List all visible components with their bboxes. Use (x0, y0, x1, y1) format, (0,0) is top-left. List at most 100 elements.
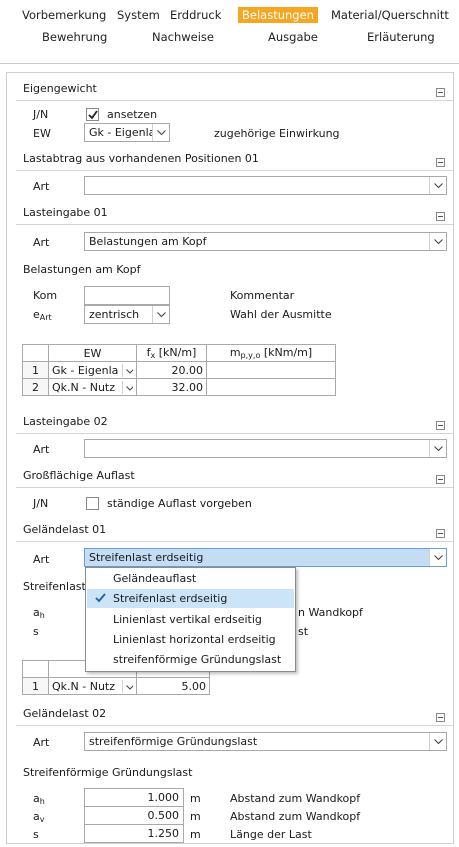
unit-label: m (190, 792, 201, 805)
section-eigengewicht-header: Eigengewicht (7, 79, 453, 101)
av-label: av (33, 810, 45, 824)
chevron-down-icon[interactable] (152, 124, 169, 141)
col-header-ew: EW (48, 344, 137, 362)
section-title: Großflächige Auflast (23, 469, 135, 482)
row-index: 1 (22, 361, 49, 379)
dropdown-option[interactable]: streifenförmige Gründungslast (87, 650, 294, 669)
table-row: 1 Gk - Eigenla 20.00 (22, 361, 336, 379)
section-gelaendelast01-header: Geländelast 01 (7, 520, 453, 542)
collapse-icon[interactable] (436, 212, 445, 221)
section-title: Lasteingabe 01 (23, 206, 108, 219)
kom-label: Kom (33, 289, 58, 302)
collapse-icon[interactable] (436, 158, 445, 167)
art-label: Art (33, 236, 50, 249)
ah-input[interactable]: 1.000 (84, 788, 184, 807)
select-value: Streifenlast erdseitig (89, 551, 204, 564)
av-input[interactable]: 0.500 (84, 806, 184, 825)
tab-ausgabe[interactable]: Ausgabe (268, 30, 318, 44)
auflast-label: ständige Auflast vorgeben (107, 497, 252, 510)
col-header-fx: fx [kN/m] (136, 344, 207, 362)
tab-vorbemerkung[interactable]: Vorbemerkung (22, 8, 106, 22)
eart-comment: Wahl der Ausmitte (230, 308, 332, 321)
chevron-down-icon[interactable] (429, 733, 446, 750)
ansetzen-label: ansetzen (107, 108, 158, 121)
value-cell[interactable]: 5.00 (136, 677, 210, 695)
dropdown-option[interactable]: Linienlast vertikal erdseitig (87, 610, 294, 629)
tab-nachweise[interactable]: Nachweise (152, 30, 214, 44)
ansetzen-checkbox[interactable] (86, 108, 99, 121)
eart-select[interactable]: zentrisch (84, 305, 170, 324)
table-row: 2 Qk.N - Nutz 32.00 (22, 378, 336, 396)
select-value: zentrisch (89, 308, 140, 321)
row-index: 1 (22, 677, 49, 695)
table-row: 1 Qk.N - Nutz 5.00 (22, 677, 210, 695)
s-comment: Länge der Last (230, 828, 312, 841)
tab-belastungen[interactable]: Belastungen (238, 7, 318, 23)
dropdown-option[interactable]: Linienlast horizontal erdseitig (87, 630, 294, 649)
av-comment: Abstand zum Wandkopf (230, 810, 361, 823)
section-lasteingabe01-header: Lasteingabe 01 (7, 203, 453, 225)
section-lasteingabe02-header: Lasteingabe 02 (7, 412, 453, 434)
m-cell[interactable] (206, 361, 336, 379)
kom-comment: Kommentar (230, 289, 295, 302)
art-dropdown-list: Geländeauflast Streifenlast erdseitig Li… (85, 567, 296, 672)
unit-label: m (190, 828, 201, 841)
s-label: s (33, 625, 39, 638)
tab-erddruck[interactable]: Erddruck (170, 8, 221, 22)
art-label: Art (33, 443, 50, 456)
section-title: Eigengewicht (23, 82, 97, 95)
eart-label: eArt (33, 308, 52, 322)
chevron-down-icon[interactable] (429, 440, 446, 457)
section-grossflaechig-header: Großflächige Auflast (7, 466, 453, 488)
col-header-m: mp,y,o [kNm/m] (206, 344, 336, 362)
collapse-icon[interactable] (436, 529, 445, 538)
section-title: Lastabtrag aus vorhandenen Positionen 01 (23, 152, 259, 165)
chevron-down-icon[interactable] (429, 177, 446, 194)
tab-material-querschnitt[interactable]: Material/Querschnitt (331, 8, 449, 22)
section-title: Geländelast 01 (23, 523, 107, 536)
s-input[interactable]: 1.250 (84, 824, 184, 843)
chevron-down-icon[interactable] (152, 306, 169, 323)
collapse-icon[interactable] (436, 475, 445, 484)
jn-label: J/N (33, 108, 49, 121)
ew-select[interactable]: Gk - Eigenla (84, 123, 170, 142)
lasteingabe01-art-select[interactable]: Belastungen am Kopf (84, 232, 447, 251)
dropdown-option-selected[interactable]: Streifenlast erdseitig (87, 589, 294, 608)
collapse-icon[interactable] (436, 88, 445, 97)
subsection-title: Belastungen am Kopf (23, 263, 141, 276)
ew-cell[interactable]: Gk - Eigenla (48, 361, 137, 379)
section-gelaendelast02-header: Geländelast 02 (7, 704, 453, 726)
gelaendelast02-art-select[interactable]: streifenförmige Gründungslast (84, 732, 447, 751)
gelaendelast01-art-select[interactable]: Streifenlast erdseitig (84, 548, 447, 567)
art-label: Art (33, 736, 50, 749)
checkmark-icon (88, 110, 98, 120)
section-title: Geländelast 02 (23, 707, 107, 720)
select-value: Belastungen am Kopf (89, 235, 207, 248)
subsection-title: Streifenförmige Gründungslast (23, 766, 193, 779)
lasteingabe01-table: EW fx [kN/m] mp,y,o [kNm/m] 1 Gk - Eigen… (22, 344, 336, 396)
tab-bewehrung[interactable]: Bewehrung (42, 30, 107, 44)
chevron-down-icon[interactable] (429, 549, 446, 566)
select-value: streifenförmige Gründungslast (89, 735, 258, 748)
fx-cell[interactable]: 32.00 (136, 378, 207, 396)
kom-input[interactable] (84, 286, 170, 305)
fx-cell[interactable]: 20.00 (136, 361, 207, 379)
row-index: 2 (22, 378, 49, 396)
auflast-checkbox[interactable] (86, 497, 99, 510)
checkmark-icon (95, 593, 106, 603)
m-cell[interactable] (206, 378, 336, 396)
chevron-down-icon[interactable] (429, 233, 446, 250)
ew-cell[interactable]: Qk.N - Nutz (48, 378, 137, 396)
collapse-icon[interactable] (436, 421, 445, 430)
lasteingabe02-art-select[interactable] (84, 439, 447, 458)
chevron-down-icon (122, 679, 133, 693)
dropdown-option[interactable]: Geländeauflast (87, 569, 294, 588)
tab-bar: Vorbemerkung System Erddruck Belastungen… (0, 0, 459, 64)
lastabtrag-art-select[interactable] (84, 176, 447, 195)
collapse-icon[interactable] (436, 713, 445, 722)
tab-erlaeuterung[interactable]: Erläuterung (367, 30, 435, 44)
ew-cell[interactable]: Qk.N - Nutz (48, 677, 137, 695)
ew-label: EW (33, 127, 51, 140)
tab-system[interactable]: System (117, 8, 160, 22)
section-title: Lasteingabe 02 (23, 415, 108, 428)
